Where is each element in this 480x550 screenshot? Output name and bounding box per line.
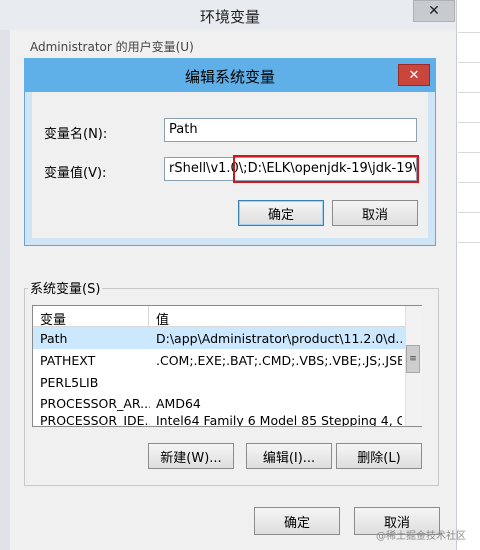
- annotation-highlight-box: [233, 155, 419, 183]
- table-row[interactable]: PERL5LIB: [33, 371, 405, 393]
- grip-icon: ≡: [409, 354, 417, 364]
- row-value: .COM;.EXE;.BAT;.CMD;.VBS;.VBE;.JS;.JSE;.…: [156, 353, 402, 368]
- env-window-title: 环境变量: [199, 8, 260, 26]
- table-row[interactable]: PROCESSOR_AR... AMD64: [33, 392, 405, 414]
- edit-variable-button[interactable]: 编辑(I)...: [246, 443, 332, 469]
- system-vars-label: 系统变量(S): [28, 278, 103, 297]
- divider: [458, 122, 480, 123]
- divider: [458, 62, 480, 63]
- row-value: AMD64: [156, 396, 201, 411]
- watermark: @稀土掘金技术社区: [376, 531, 466, 542]
- row-name: PROCESSOR_AR...: [40, 396, 150, 411]
- column-divider: [148, 306, 149, 326]
- user-vars-label: Administrator 的用户变量(U): [30, 40, 194, 54]
- background-app-strip: [456, 0, 480, 550]
- delete-variable-button[interactable]: 删除(L): [336, 443, 422, 469]
- row-name: PERL5LIB: [40, 375, 99, 390]
- edit-dialog-close-button[interactable]: ✕: [398, 64, 430, 86]
- env-window-close-button[interactable]: ✕: [413, 0, 455, 22]
- row-name: Path: [40, 331, 68, 346]
- divider: [458, 182, 480, 183]
- divider: [458, 212, 480, 213]
- divider: [458, 32, 480, 33]
- table-row[interactable]: PROCESSOR_IDE... Intel64 Family 6 Model …: [33, 412, 405, 426]
- row-value: D:\app\Administrator\product\11.2.0\d...: [156, 331, 402, 346]
- edit-ok-button[interactable]: 确定: [238, 200, 324, 226]
- variable-name-label: 变量名(N):: [44, 127, 108, 142]
- table-row[interactable]: PATHEXT .COM;.EXE;.BAT;.CMD;.VBS;.VBE;.J…: [33, 349, 405, 371]
- close-icon: ✕: [408, 67, 420, 83]
- new-variable-button[interactable]: 新建(W)...: [148, 443, 234, 469]
- edit-dialog-title: 编辑系统变量: [184, 68, 275, 86]
- column-header-value[interactable]: 值: [156, 309, 169, 328]
- row-name: PATHEXT: [40, 353, 96, 368]
- divider: [458, 92, 480, 93]
- scrollbar-thumb[interactable]: ≡: [406, 345, 420, 373]
- divider: [458, 242, 480, 243]
- env-ok-button[interactable]: 确定: [254, 507, 340, 535]
- column-header-variable[interactable]: 变量: [40, 309, 66, 328]
- row-name: PROCESSOR_IDE...: [40, 413, 150, 426]
- variable-value-label: 变量值(V):: [44, 166, 107, 181]
- table-row[interactable]: Path D:\app\Administrator\product\11.2.0…: [33, 327, 405, 349]
- table-header: [33, 306, 405, 327]
- variable-name-input[interactable]: Path: [164, 118, 417, 142]
- edit-cancel-button[interactable]: 取消: [332, 200, 418, 226]
- row-value: Intel64 Family 6 Model 85 Stepping 4, G.…: [156, 413, 402, 426]
- close-icon: ✕: [428, 3, 440, 19]
- divider: [458, 152, 480, 153]
